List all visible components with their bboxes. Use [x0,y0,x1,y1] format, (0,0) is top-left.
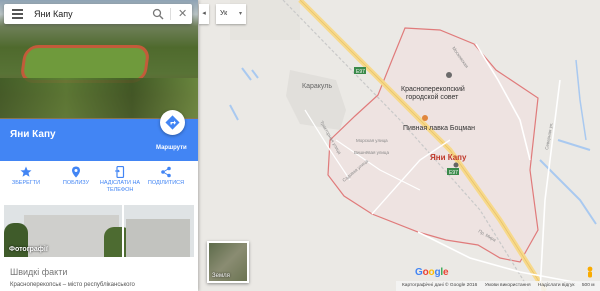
photo-building [126,219,190,257]
menu-icon[interactable] [12,9,23,19]
map-scale: 500 м [581,283,595,288]
pegman-icon[interactable] [585,266,595,280]
road-shield-e97-a: E97 [356,69,365,75]
language-selector[interactable]: Ук ▾ [216,4,246,24]
star-icon [20,166,32,177]
map-label-pub: Пивная лавка Боцман [403,125,475,132]
map-data-credit: Картографічні дані © Google 2016 [402,283,478,288]
map-label-city: Яни Капу [430,153,467,162]
language-selector-value: Ук [220,10,228,17]
directions-label: Маршрути [156,145,187,151]
nearby-label: ПОБЛИЗУ [62,180,90,186]
save-button[interactable]: ЗБЕРЕГТИ [4,166,48,187]
share-label: ПОДІЛИТИСЯ [147,180,185,186]
collapse-panel-button[interactable]: ◂ [199,4,209,24]
place-title: Яни Капу [10,129,56,140]
directions-icon [165,115,180,130]
close-icon[interactable]: ✕ [178,9,187,20]
city-marker-icon[interactable] [453,162,459,168]
share-icon [161,166,171,178]
action-row: ЗБЕРЕГТИ ПОБЛИЗУ НАДІСЛАТИ НА ТЕЛЕФОН ПО… [0,162,198,202]
send-to-phone-button[interactable]: НАДІСЛАТИ НА ТЕЛЕФОН [98,166,142,194]
search-icon[interactable] [152,8,164,20]
save-label: ЗБЕРЕГТИ [11,180,41,186]
street-label: Вишнёвая улица [354,150,390,155]
street-label: Морская улица [356,138,388,143]
chevron-down-icon: ▾ [238,11,242,17]
send-to-phone-label: НАДІСЛАТИ НА ТЕЛЕФОН [99,180,141,193]
pub-marker-icon[interactable] [422,115,428,121]
map-footer: Картографічні дані © Google 2016 Умови в… [396,281,600,291]
quick-facts-heading: Швидкі факти [10,267,68,277]
nearby-icon [72,166,80,178]
terms-link[interactable]: Умови використання [485,283,531,288]
search-box: ✕ [4,4,192,24]
map-label-karakul: Каракуль [302,83,332,90]
council-marker-icon[interactable] [446,72,452,78]
directions-button[interactable] [160,110,185,135]
road-shield-e97-b: E97 [449,170,458,176]
earth-view-toggle[interactable]: Земля [207,241,249,283]
quick-facts-text: Красноперекопськ – місто республікансько… [10,282,135,288]
feedback-link[interactable]: Надіслати відгук [538,283,575,288]
photo-separator [122,205,124,257]
phone-icon [115,166,125,178]
google-logo: Google [415,267,449,278]
nearby-button[interactable]: ПОБЛИЗУ [54,166,98,187]
search-divider [170,8,171,20]
share-button[interactable]: ПОДІЛИТИСЯ [144,166,188,187]
place-panel: ✕ Яни Капу Маршрути ЗБЕРЕГТИ ПОБЛИЗУ НАД… [0,0,198,291]
earth-view-label: Земля [212,273,230,279]
search-input[interactable] [34,7,144,21]
photos-strip[interactable]: Фотографії [4,205,194,257]
photos-label: Фотографії [9,246,48,253]
